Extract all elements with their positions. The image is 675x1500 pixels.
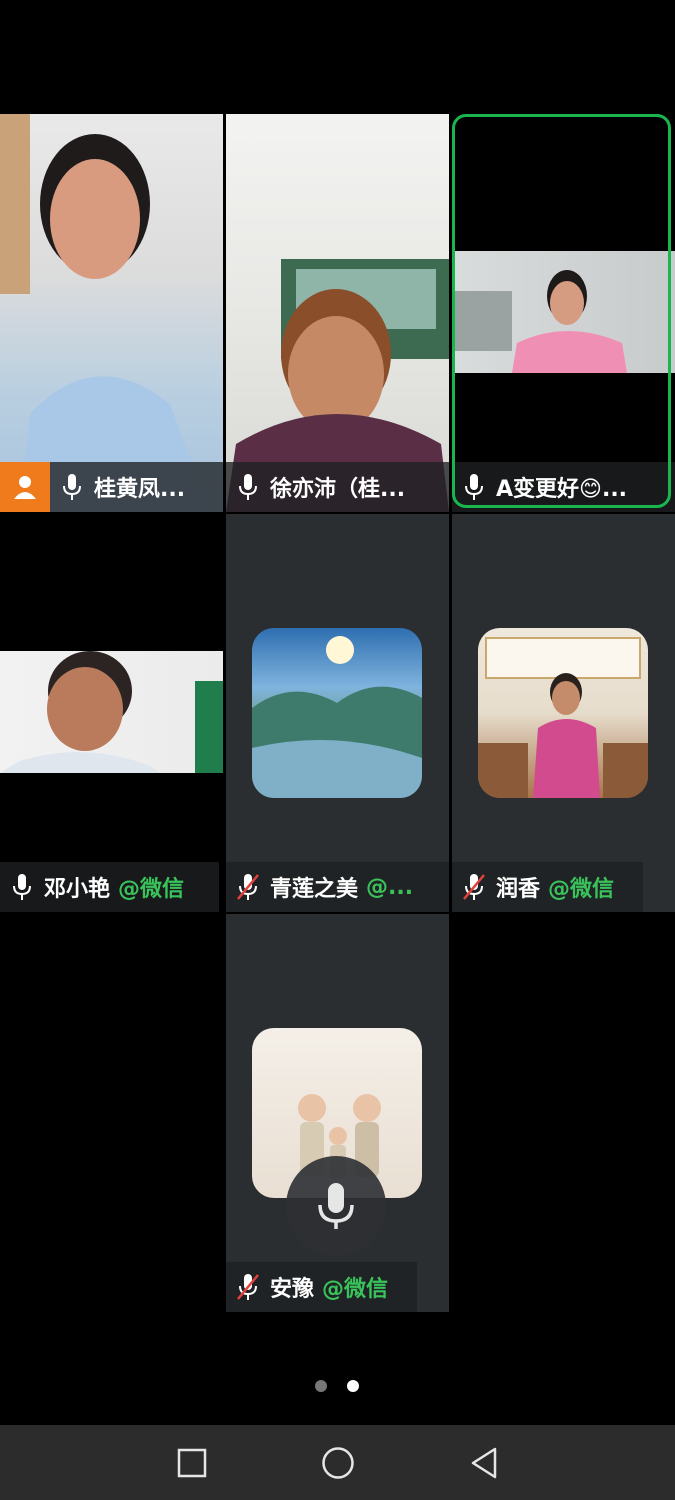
participant-name-bar-3: A变更好😊...	[452, 462, 675, 512]
recent-apps-icon	[177, 1448, 206, 1477]
participant-name: 青莲之美	[270, 877, 359, 902]
participant-tile-5[interactable]: 青莲之美 @...	[226, 514, 449, 912]
participant-name: A变更好😊...	[496, 477, 628, 502]
wechat-tag: @...	[366, 874, 414, 900]
participant-name-bar-7: 安豫 @微信	[226, 1262, 417, 1312]
participant-video-1	[0, 114, 223, 512]
mic-on-icon	[0, 862, 44, 912]
mic-on-icon	[50, 462, 94, 512]
mic-muted-icon	[226, 1262, 270, 1312]
mic-muted-icon	[226, 862, 270, 912]
back-button[interactable]	[456, 1435, 512, 1491]
participant-name-bar-5: 青莲之美 @...	[226, 862, 449, 912]
participant-name-bar-2: 徐亦沛（桂...	[226, 462, 449, 512]
home-button[interactable]	[310, 1435, 366, 1491]
participant-video-4	[0, 651, 223, 773]
participant-name: 安豫	[270, 1277, 315, 1302]
page-indicator[interactable]	[315, 1380, 359, 1392]
wechat-tag: @微信	[322, 1277, 389, 1302]
mic-muted-icon	[452, 862, 496, 912]
participant-tile-1[interactable]: 桂黄凤...	[0, 114, 223, 512]
system-navigation-bar	[0, 1425, 675, 1500]
participant-name-bar-6: 润香 @微信	[452, 862, 643, 912]
page-dot-1[interactable]	[315, 1380, 327, 1392]
participant-name: 徐亦沛（桂...	[270, 477, 406, 502]
wechat-tag: @微信	[118, 877, 185, 902]
participant-tile-2[interactable]: 徐亦沛（桂...	[226, 114, 449, 512]
participant-avatar-6	[478, 628, 648, 798]
empty-tile-left	[0, 914, 223, 1312]
participant-tile-3[interactable]: A变更好😊...	[452, 114, 675, 512]
participant-name-bar-1: 桂黄凤...	[0, 462, 223, 512]
participant-name-bar-4: 邓小艳 @微信	[0, 862, 219, 912]
participant-tile-7[interactable]: 安豫 @微信	[226, 914, 449, 1312]
empty-tile-right	[452, 914, 675, 1312]
participant-video-3	[452, 251, 675, 373]
participant-name: 润香	[496, 877, 541, 902]
participant-tile-4[interactable]: 邓小艳 @微信	[0, 514, 223, 912]
speaking-indicator-mic-icon	[286, 1156, 386, 1256]
participant-name: 桂黄凤...	[94, 477, 186, 502]
participant-avatar-5	[252, 628, 422, 798]
mic-on-icon	[226, 462, 270, 512]
page-dot-2-active[interactable]	[347, 1380, 359, 1392]
participant-tile-6[interactable]: 润香 @微信	[452, 514, 675, 912]
participant-video-2	[226, 114, 449, 512]
wechat-tag: @微信	[548, 877, 615, 902]
participant-name: 邓小艳	[44, 877, 111, 902]
mic-on-icon	[452, 462, 496, 512]
host-badge-icon	[0, 462, 50, 512]
recent-apps-button[interactable]	[164, 1435, 220, 1491]
back-icon	[471, 1447, 496, 1478]
home-icon	[321, 1446, 354, 1479]
